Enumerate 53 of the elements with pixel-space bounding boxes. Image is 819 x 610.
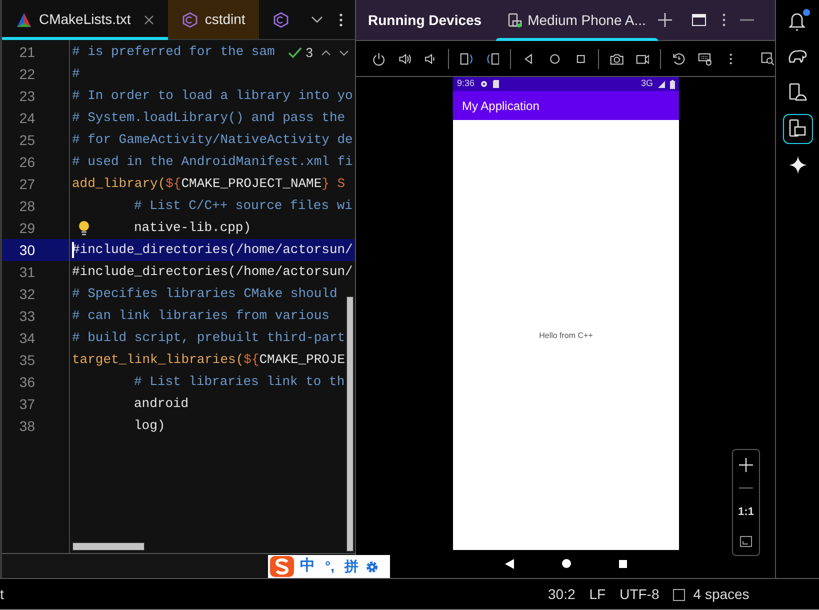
actual-size-button[interactable]: 1:1	[738, 504, 754, 521]
code-line: #include_directories(/home/actorsun/	[72, 263, 353, 282]
line-number: 27	[18, 174, 35, 194]
hello-message: Hello from C++	[539, 330, 593, 340]
tool-window-title: Running Devices	[368, 10, 482, 30]
input-scheme-toggle[interactable]: 拼	[344, 556, 358, 577]
line-number: 22	[18, 64, 35, 84]
code-line: # is preferred for the sam	[72, 43, 275, 62]
code-line: # build script, prebuilt third-part	[72, 329, 346, 348]
caret-position[interactable]: 30:2	[548, 584, 576, 605]
line-number: 34	[18, 328, 35, 348]
code-line: native-lib.cpp)	[134, 219, 252, 238]
indent-setting[interactable]: 4 spaces	[693, 584, 750, 605]
line-number: 30	[18, 240, 35, 260]
code-line: # can link libraries from various	[72, 307, 330, 326]
line-number: 21	[18, 42, 35, 62]
code-line: target_link_libraries(${CMAKE_PROJE	[72, 351, 346, 370]
app-title: My Application	[462, 98, 540, 114]
status-text: t	[0, 585, 4, 604]
line-number: 37	[18, 394, 35, 414]
code-line: android	[134, 395, 189, 414]
line-number: 25	[18, 130, 35, 150]
line-number: 38	[18, 416, 35, 436]
line-number: 32	[18, 284, 35, 304]
code-line: # In order to load a library into yo	[72, 87, 353, 106]
line-separator[interactable]: LF	[589, 584, 606, 605]
punctuation-toggle[interactable]: °,	[325, 556, 334, 577]
code-line: # List C/C++ source files wi	[134, 197, 352, 216]
code-line: log)	[134, 417, 166, 436]
problem-count[interactable]: 3	[306, 43, 313, 62]
code-line: #	[72, 65, 80, 84]
editor-tab[interactable]: cstdint	[168, 0, 260, 39]
input-mode-toggle[interactable]: 中	[300, 555, 315, 578]
line-number: 35	[18, 350, 35, 370]
device-tab[interactable]: Medium Phone A...	[496, 0, 658, 40]
line-number: 23	[18, 86, 35, 106]
line-number: 31	[18, 262, 35, 282]
code-line: # List libraries link to th	[134, 373, 345, 392]
code-line: # Specifies libraries CMake should	[72, 285, 338, 304]
line-number: 33	[18, 306, 35, 326]
code-line: # for GameActivity/NativeActivity de	[72, 131, 353, 150]
code-line: #include_directories(/home/actorsun/	[72, 241, 353, 260]
network-type: 3G	[640, 77, 653, 90]
code-line: # used in the AndroidManifest.xml fi	[72, 153, 353, 172]
status-time: 9:36	[457, 77, 475, 90]
file-encoding[interactable]: UTF-8	[620, 584, 660, 605]
line-number: 29	[18, 218, 35, 238]
line-number: 36	[18, 372, 35, 392]
code-line: add_library(${CMAKE_PROJECT_NAME} S	[72, 175, 346, 194]
line-number: 28	[18, 196, 35, 216]
line-number: 26	[18, 152, 35, 172]
line-number: 24	[18, 108, 35, 128]
code-line: # System.loadLibrary() and pass the	[72, 109, 346, 128]
